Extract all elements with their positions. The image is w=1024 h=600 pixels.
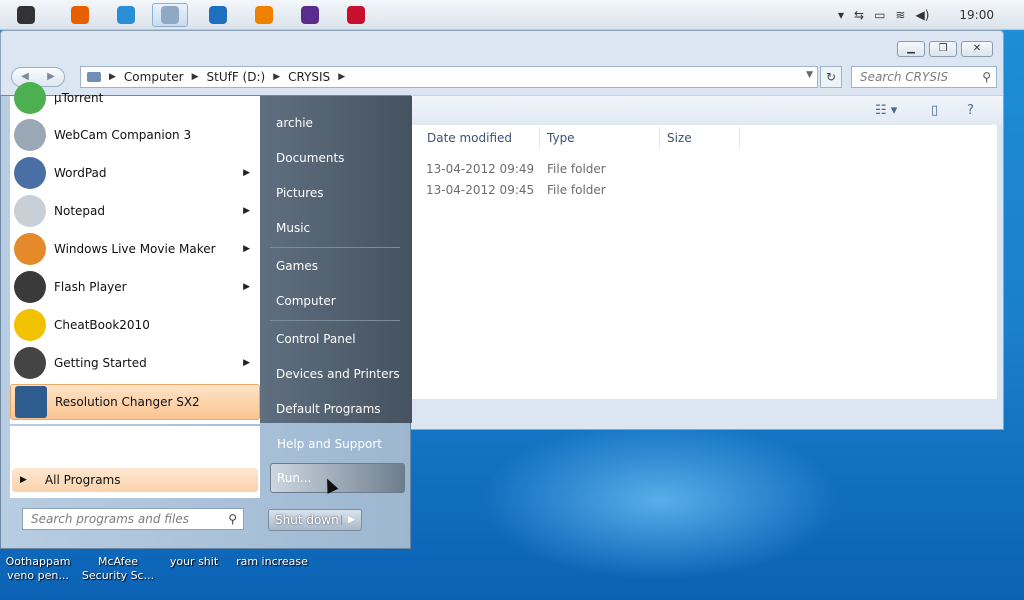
program-item[interactable]: CheatBook2010 bbox=[10, 307, 260, 343]
start-search-input[interactable]: Search programs and files ⚲ bbox=[22, 508, 244, 530]
place-control-panel[interactable]: Control Panel bbox=[276, 332, 356, 346]
row-date[interactable]: 13-04-2012 09:49 bbox=[426, 162, 534, 176]
program-item[interactable]: WebCam Companion 3 bbox=[10, 117, 260, 153]
network-icon[interactable]: ⇆ bbox=[854, 8, 864, 22]
explorer-search-input[interactable]: Search CRYSIS ⚲ bbox=[851, 66, 997, 88]
refresh-button[interactable]: ↻ bbox=[820, 66, 842, 88]
desktop-icon[interactable]: your shit bbox=[164, 555, 224, 569]
taskbar: ▾ ⇆ ▭ ≋ ◀) 19:00 bbox=[0, 0, 1024, 30]
vlc-icon[interactable] bbox=[246, 3, 282, 27]
flash-player-icon bbox=[14, 271, 46, 303]
explorer-icon[interactable] bbox=[152, 3, 188, 27]
place-devices-printers[interactable]: Devices and Printers bbox=[276, 367, 400, 381]
place-pictures[interactable]: Pictures bbox=[276, 186, 324, 200]
triangle-right-icon: ▶ bbox=[20, 475, 27, 485]
media-icon[interactable] bbox=[292, 3, 328, 27]
getting-started-icon bbox=[14, 347, 46, 379]
clock[interactable]: 19:00 bbox=[959, 8, 994, 22]
program-item[interactable]: Windows Live Movie Maker ▶ bbox=[10, 231, 260, 267]
all-programs-button[interactable]: ▶ All Programs bbox=[12, 468, 258, 492]
program-item-selected[interactable]: Resolution Changer SX2 bbox=[10, 384, 260, 420]
preview-pane-icon[interactable]: ▯ bbox=[931, 103, 938, 118]
help-icon[interactable]: ? bbox=[967, 103, 974, 118]
row-type[interactable]: File folder bbox=[547, 183, 606, 197]
maximize-button[interactable]: ❐ bbox=[929, 41, 957, 57]
col-type[interactable]: Type bbox=[547, 131, 575, 145]
view-options-icon[interactable]: ☷ ▾ bbox=[875, 103, 897, 118]
col-date-modified[interactable]: Date modified bbox=[427, 131, 512, 145]
place-archie[interactable]: archie bbox=[276, 116, 313, 130]
file-list: Date modified Type Size 13-04-2012 09:49… bbox=[411, 125, 997, 399]
program-item[interactable]: Getting Started ▶ bbox=[10, 345, 260, 381]
start-menu: µTorrent WebCam Companion 3 WordPad ▶ Not… bbox=[0, 82, 412, 549]
program-list: µTorrent WebCam Companion 3 WordPad ▶ Not… bbox=[10, 82, 260, 424]
system-tray: ▾ ⇆ ▭ ≋ ◀) 19:00 bbox=[804, 0, 1024, 30]
row-date[interactable]: 13-04-2012 09:45 bbox=[426, 183, 534, 197]
row-type[interactable]: File folder bbox=[547, 162, 606, 176]
start-menu-places: archie Documents Pictures Music Games Co… bbox=[260, 96, 412, 423]
submenu-arrow-icon: ▶ bbox=[243, 168, 250, 178]
minimize-button[interactable]: ▁ bbox=[897, 41, 925, 57]
webcam-icon bbox=[14, 119, 46, 151]
quicktime-icon[interactable] bbox=[200, 3, 236, 27]
movie-maker-icon bbox=[14, 233, 46, 265]
tray-chevron-icon[interactable]: ▾ bbox=[838, 8, 844, 22]
program-item[interactable]: WordPad ▶ bbox=[10, 155, 260, 191]
col-size[interactable]: Size bbox=[667, 131, 692, 145]
wifi-icon[interactable]: ≋ bbox=[895, 8, 905, 22]
program-item[interactable]: Flash Player ▶ bbox=[10, 269, 260, 305]
ie-icon[interactable] bbox=[108, 3, 144, 27]
cheatbook-icon bbox=[14, 309, 46, 341]
close-button[interactable]: ✕ bbox=[961, 41, 993, 57]
apple-icon[interactable] bbox=[8, 3, 44, 27]
submenu-arrow-icon: ▶ bbox=[243, 282, 250, 292]
volume-icon[interactable]: ◀) bbox=[915, 8, 929, 22]
shutdown-button[interactable]: Shut down ▶ bbox=[268, 509, 362, 531]
submenu-arrow-icon: ▶ bbox=[243, 358, 250, 368]
place-music[interactable]: Music bbox=[276, 221, 310, 235]
place-games[interactable]: Games bbox=[276, 259, 318, 273]
monitor-icon bbox=[15, 386, 47, 418]
desktop-icon[interactable]: McAfee Security Sc... bbox=[80, 555, 156, 583]
battery-icon[interactable]: ▭ bbox=[874, 8, 885, 22]
place-documents[interactable]: Documents bbox=[276, 151, 344, 165]
program-item[interactable]: µTorrent bbox=[10, 80, 260, 116]
search-icon[interactable]: ⚲ bbox=[982, 67, 991, 87]
desktop-icon[interactable]: Oothappam veno pen... bbox=[4, 555, 72, 583]
utorrent-icon bbox=[14, 82, 46, 114]
help-and-support[interactable]: Help and Support bbox=[277, 437, 382, 451]
notepad-icon bbox=[14, 195, 46, 227]
search-icon[interactable]: ⚲ bbox=[228, 509, 237, 529]
wordpad-icon bbox=[14, 157, 46, 189]
program-item[interactable]: Notepad ▶ bbox=[10, 193, 260, 229]
submenu-arrow-icon: ▶ bbox=[243, 206, 250, 216]
desktop-icon[interactable]: ram increase bbox=[234, 555, 310, 569]
place-computer[interactable]: Computer bbox=[276, 294, 336, 308]
shutdown-options-icon[interactable]: ▶ bbox=[341, 515, 361, 525]
mcafee-icon[interactable] bbox=[338, 3, 374, 27]
wallpaper-swirl bbox=[480, 420, 840, 580]
breadcrumb-folder[interactable]: CRYSIS bbox=[288, 70, 330, 84]
address-dropdown-icon[interactable]: ▼ bbox=[806, 70, 813, 80]
place-default-programs[interactable]: Default Programs bbox=[276, 402, 381, 416]
firefox-icon[interactable] bbox=[62, 3, 98, 27]
submenu-arrow-icon: ▶ bbox=[243, 244, 250, 254]
